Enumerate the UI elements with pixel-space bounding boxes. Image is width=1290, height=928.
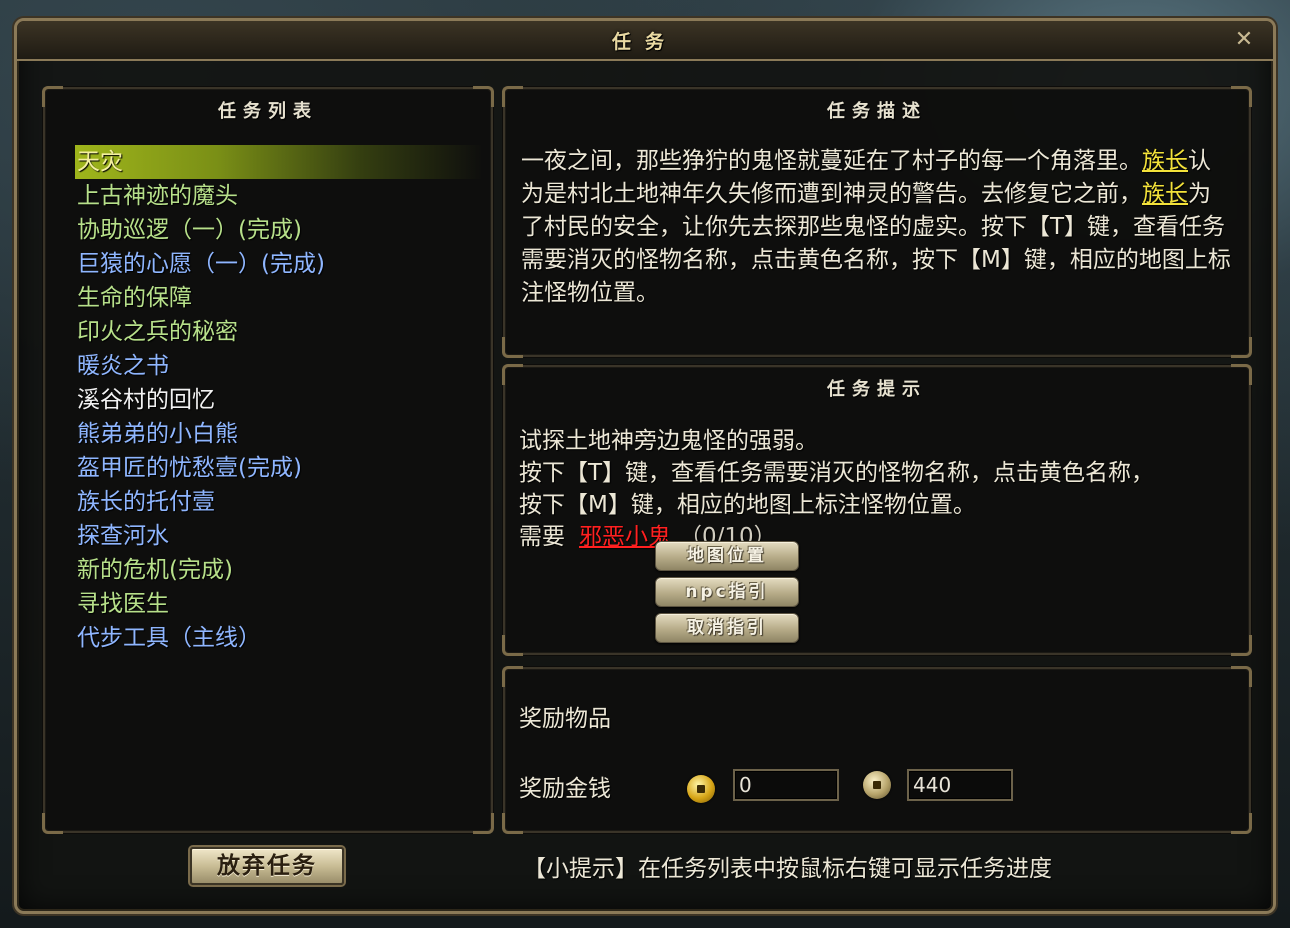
npc-guide-button[interactable]: npc指引 (655, 577, 799, 607)
hint-line-2: 按下【T】键，查看任务需要消灭的怪物名称，点击黄色名称， (519, 460, 1155, 486)
quest-list-header: 任务列表 (218, 101, 318, 122)
quest-list-item[interactable]: 上古神迹的魔头 (75, 179, 483, 213)
hint-header: 任务提示 (827, 379, 927, 400)
description-text: 一夜之间，那些狰狞的鬼怪就蔓延在了村子的每一个角落里。族长认为是村北土地神年久失… (521, 145, 1233, 310)
tip-text: 【小提示】在任务列表中按鼠标右键可显示任务进度 (523, 856, 1052, 882)
abandon-quest-button[interactable]: 放弃任务 (190, 847, 344, 885)
quest-list-item[interactable]: 熊弟弟的小白熊 (75, 417, 483, 451)
npc-link-chief[interactable]: 族长 (1142, 148, 1188, 174)
quest-window: 任务 ✕ 任务列表 天灾 上古神迹的魔头 协助巡逻（一）(完成) 巨猿的心愿（一）(完… (14, 18, 1276, 914)
quest-list-item[interactable]: 生命的保障 (75, 281, 483, 315)
silver-coin-icon (863, 771, 891, 799)
quest-list-item[interactable]: 盔甲匠的忧愁壹(完成) (75, 451, 483, 485)
quest-list-item[interactable]: 族长的托付壹 (75, 485, 483, 519)
gold-amount-field: 0 (733, 769, 839, 801)
description-panel: 任务描述 一夜之间，那些狰狞的鬼怪就蔓延在了村子的每一个角落里。族长认为是村北土… (502, 86, 1252, 358)
hint-requirement: 需要 邪恶小鬼 （0/10） (519, 521, 1239, 553)
quest-list-panel: 任务列表 天灾 上古神迹的魔头 协助巡逻（一）(完成) 巨猿的心愿（一）(完成) 生命的… (42, 86, 494, 834)
hint-text: 试探土地神旁边鬼怪的强弱。 按下【T】键，查看任务需要消灭的怪物名称，点击黄色名… (519, 425, 1239, 553)
quest-list-item[interactable]: 印火之兵的秘密 (75, 315, 483, 349)
map-location-button[interactable]: 地图位置 (655, 541, 799, 571)
reward-items-label: 奖励物品 (519, 706, 611, 732)
gold-coin-icon (687, 775, 715, 803)
quest-list-item[interactable]: 探查河水 (75, 519, 483, 553)
hint-panel: 任务提示 试探土地神旁边鬼怪的强弱。 按下【T】键，查看任务需要消灭的怪物名称，… (502, 364, 1252, 656)
quest-list: 天灾 上古神迹的魔头 协助巡逻（一）(完成) 巨猿的心愿（一）(完成) 生命的保障 印火之… (75, 145, 483, 655)
silver-amount-field: 440 (907, 769, 1013, 801)
cancel-guide-button[interactable]: 取消指引 (655, 613, 799, 643)
quest-list-item[interactable]: 寻找医生 (75, 587, 483, 621)
quest-list-item[interactable]: 暖炎之书 (75, 349, 483, 383)
quest-list-item[interactable]: 天灾 (75, 145, 483, 179)
reward-money-label: 奖励金钱 (519, 776, 611, 802)
quest-list-item[interactable]: 巨猿的心愿（一）(完成) (75, 247, 483, 281)
window-title: 任务 (611, 31, 678, 53)
description-header: 任务描述 (827, 101, 927, 122)
quest-list-item[interactable]: 协助巡逻（一）(完成) (75, 213, 483, 247)
npc-link-chief-2[interactable]: 族长 (1142, 181, 1188, 207)
hint-line-3: 按下【M】键，相应的地图上标注怪物位置。 (519, 492, 976, 518)
reward-panel: 奖励物品 奖励金钱 0 440 (502, 666, 1252, 834)
description-part-1: 一夜之间，那些狰狞的鬼怪就蔓延在了村子的每一个角落里。 (521, 148, 1142, 174)
need-label: 需要 (519, 524, 565, 550)
quest-list-item[interactable]: 溪谷村的回忆 (75, 383, 483, 417)
close-icon[interactable]: ✕ (1233, 29, 1255, 51)
title-bar[interactable]: 任务 ✕ (17, 21, 1273, 61)
quest-list-item[interactable]: 代步工具（主线） (75, 621, 483, 655)
quest-list-item[interactable]: 新的危机(完成) (75, 553, 483, 587)
hint-line-1: 试探土地神旁边鬼怪的强弱。 (519, 428, 818, 454)
